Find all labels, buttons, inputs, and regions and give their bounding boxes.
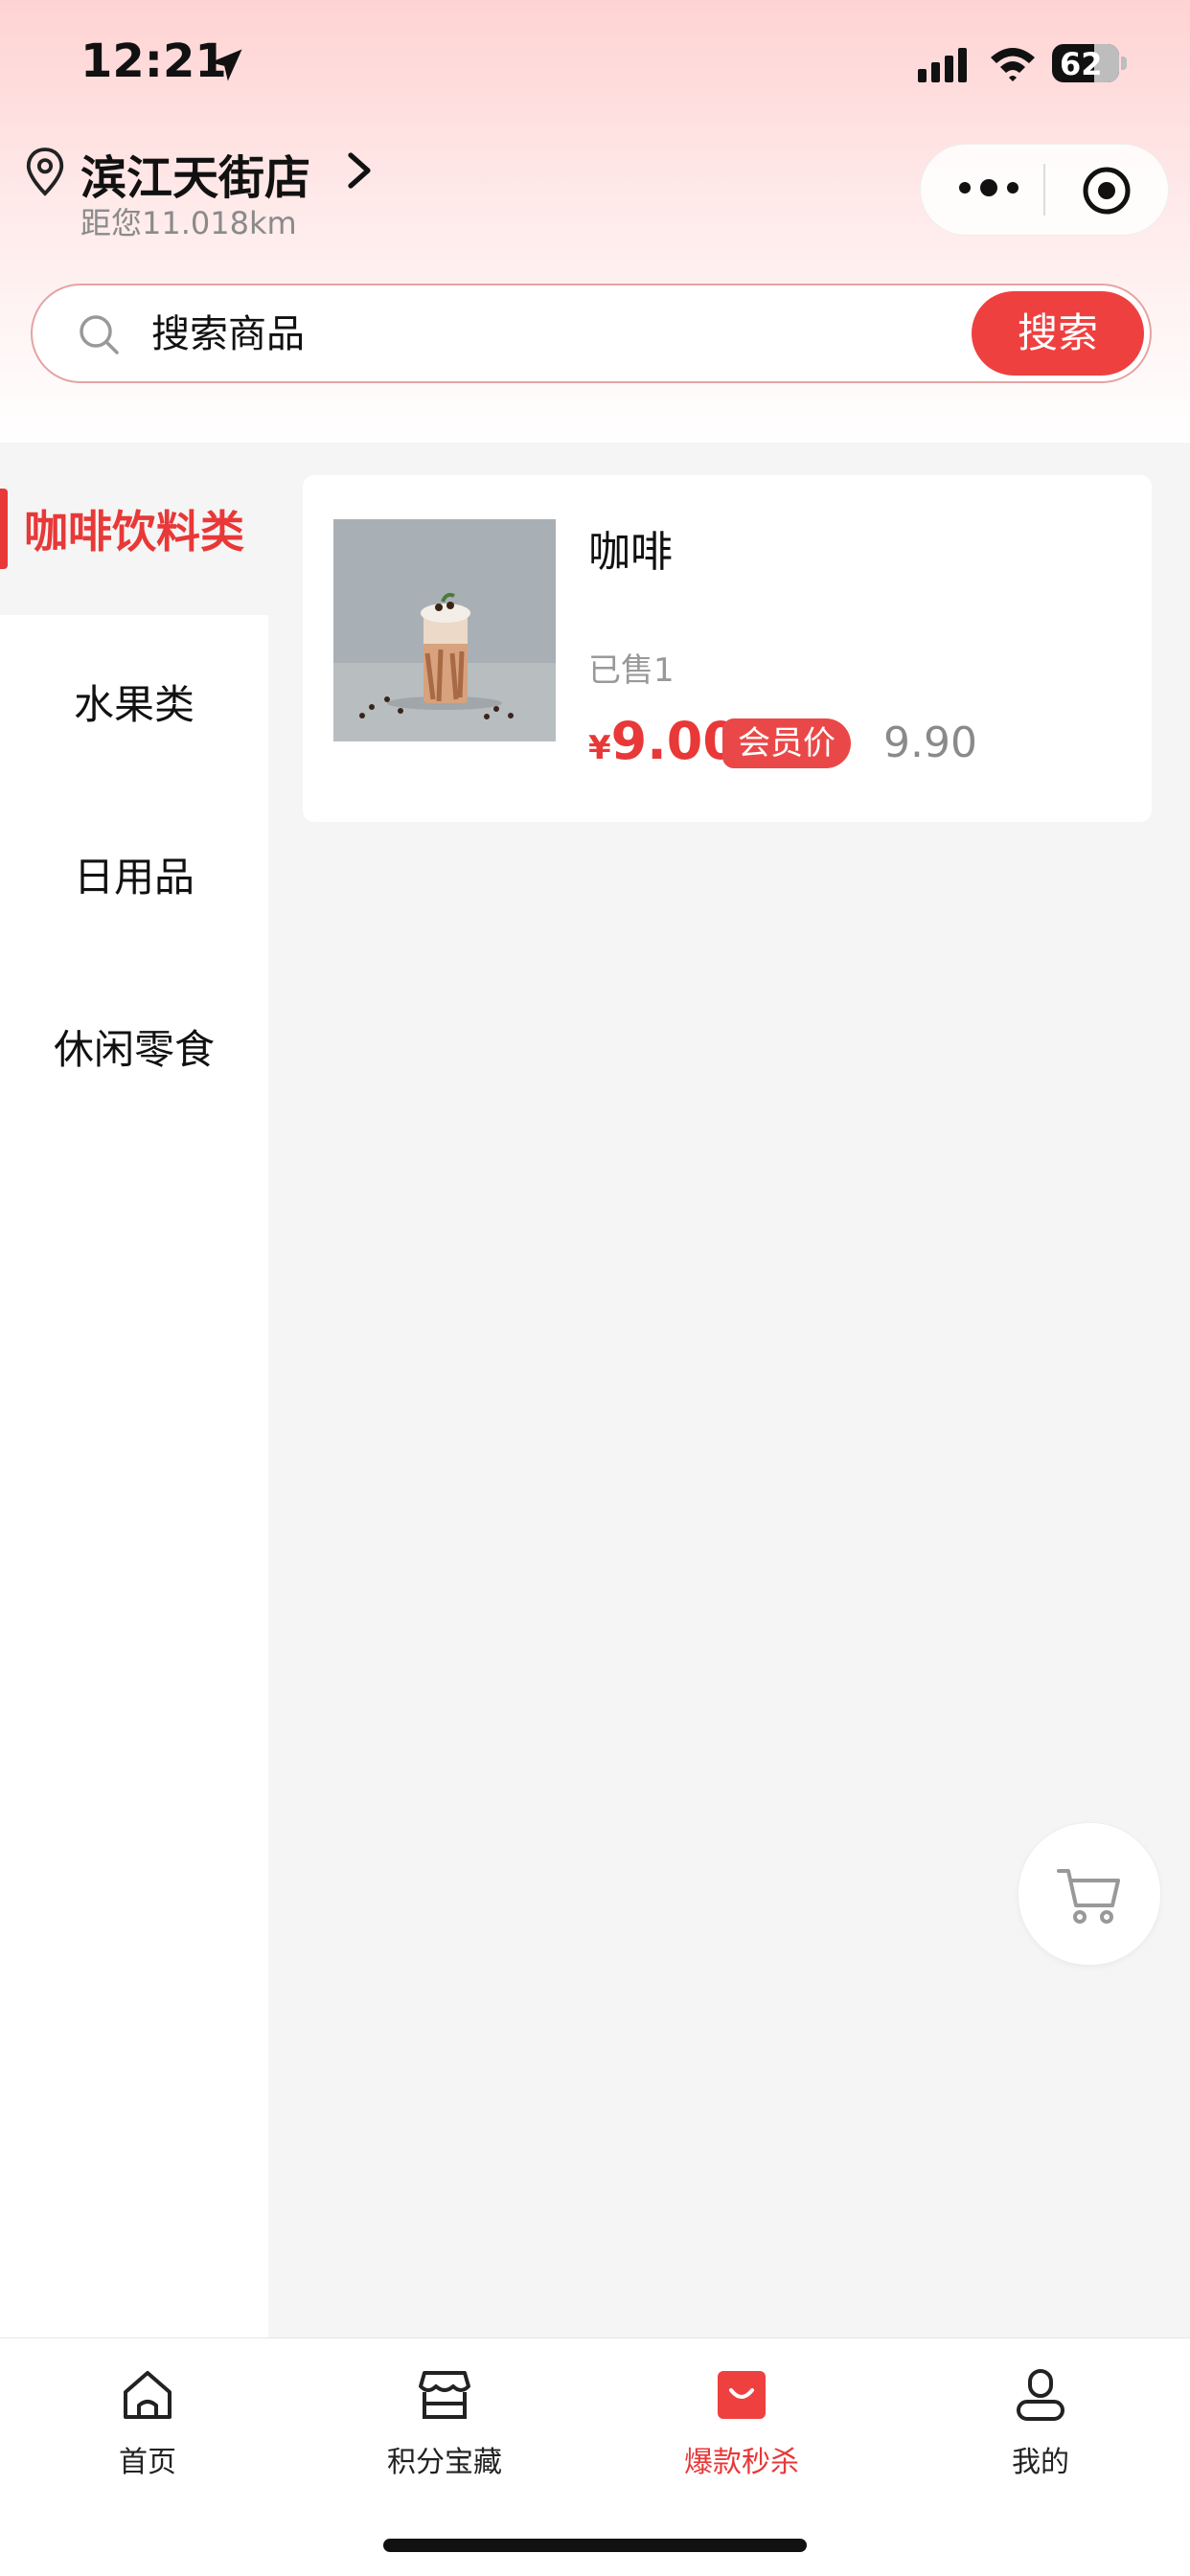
search-input[interactable] [149,303,958,366]
tab-label: 积分宝藏 [387,2446,502,2479]
user-icon [1017,2369,1064,2421]
coffee-photo [333,519,556,741]
product-price: ¥9.00 [588,711,739,771]
category-label: 咖啡饮料类 [24,506,244,558]
battery-indicator: 62 [1052,44,1129,84]
product-card[interactable]: 咖啡 已售1 ¥9.00 会员价 9.90 [303,475,1152,822]
battery-level: 62 [1060,46,1103,82]
original-price: 9.90 [883,718,977,767]
cart-icon [1057,1869,1120,1924]
home-indicator [383,2539,807,2552]
more-icon[interactable] [955,173,1022,202]
category-sidebar: 咖啡饮料类 水果类 日用品 休闲零食 [0,443,268,2337]
category-coffee-drinks[interactable]: 咖啡饮料类 [0,443,268,615]
sidebar-fill [0,1132,268,2337]
tab-points-treasure[interactable]: 积分宝藏 [349,2365,540,2499]
capsule-divider [1043,164,1045,216]
category-snacks[interactable]: 休闲零食 [0,960,268,1132]
tab-label: 爆款秒杀 [684,2446,799,2479]
store-name[interactable]: 滨江天街店 [80,140,310,207]
store-icon [419,2371,470,2419]
home-icon [124,2371,172,2419]
search-icon [80,315,119,354]
tab-flash-sale[interactable]: 爆款秒杀 [646,2365,837,2499]
location-pin-icon[interactable] [23,146,67,197]
member-price-badge: 会员价 [722,718,851,768]
category-label: 水果类 [73,680,195,728]
category-fruits[interactable]: 水果类 [0,615,268,787]
product-sold-count: 已售1 [588,651,675,690]
price-value: 9.00 [610,711,739,771]
tab-mine[interactable]: 我的 [945,2365,1136,2499]
tab-home[interactable]: 首页 [52,2365,243,2499]
cart-button[interactable] [1018,1822,1161,1966]
product-name: 咖啡 [588,528,673,577]
status-bar: 12:21 62 [0,0,1190,134]
search-bar: 搜索 [31,284,1152,383]
category-daily-goods[interactable]: 日用品 [0,787,268,960]
tab-label: 我的 [1012,2446,1069,2479]
wifi-icon [991,48,1035,81]
product-image[interactable] [333,519,556,741]
store-distance: 距您11.018km [80,205,297,241]
close-target-icon[interactable] [1080,164,1133,217]
shopping-bag-icon [718,2371,766,2419]
tab-label: 首页 [119,2446,176,2479]
category-label: 日用品 [73,853,195,900]
search-button[interactable]: 搜索 [972,291,1144,376]
currency-symbol: ¥ [588,729,611,767]
cellular-signal-icon [918,48,967,82]
location-arrow-icon [210,49,242,81]
miniprogram-capsule [920,144,1169,236]
chevron-right-icon[interactable] [345,151,374,190]
category-label: 休闲零食 [53,1025,215,1073]
